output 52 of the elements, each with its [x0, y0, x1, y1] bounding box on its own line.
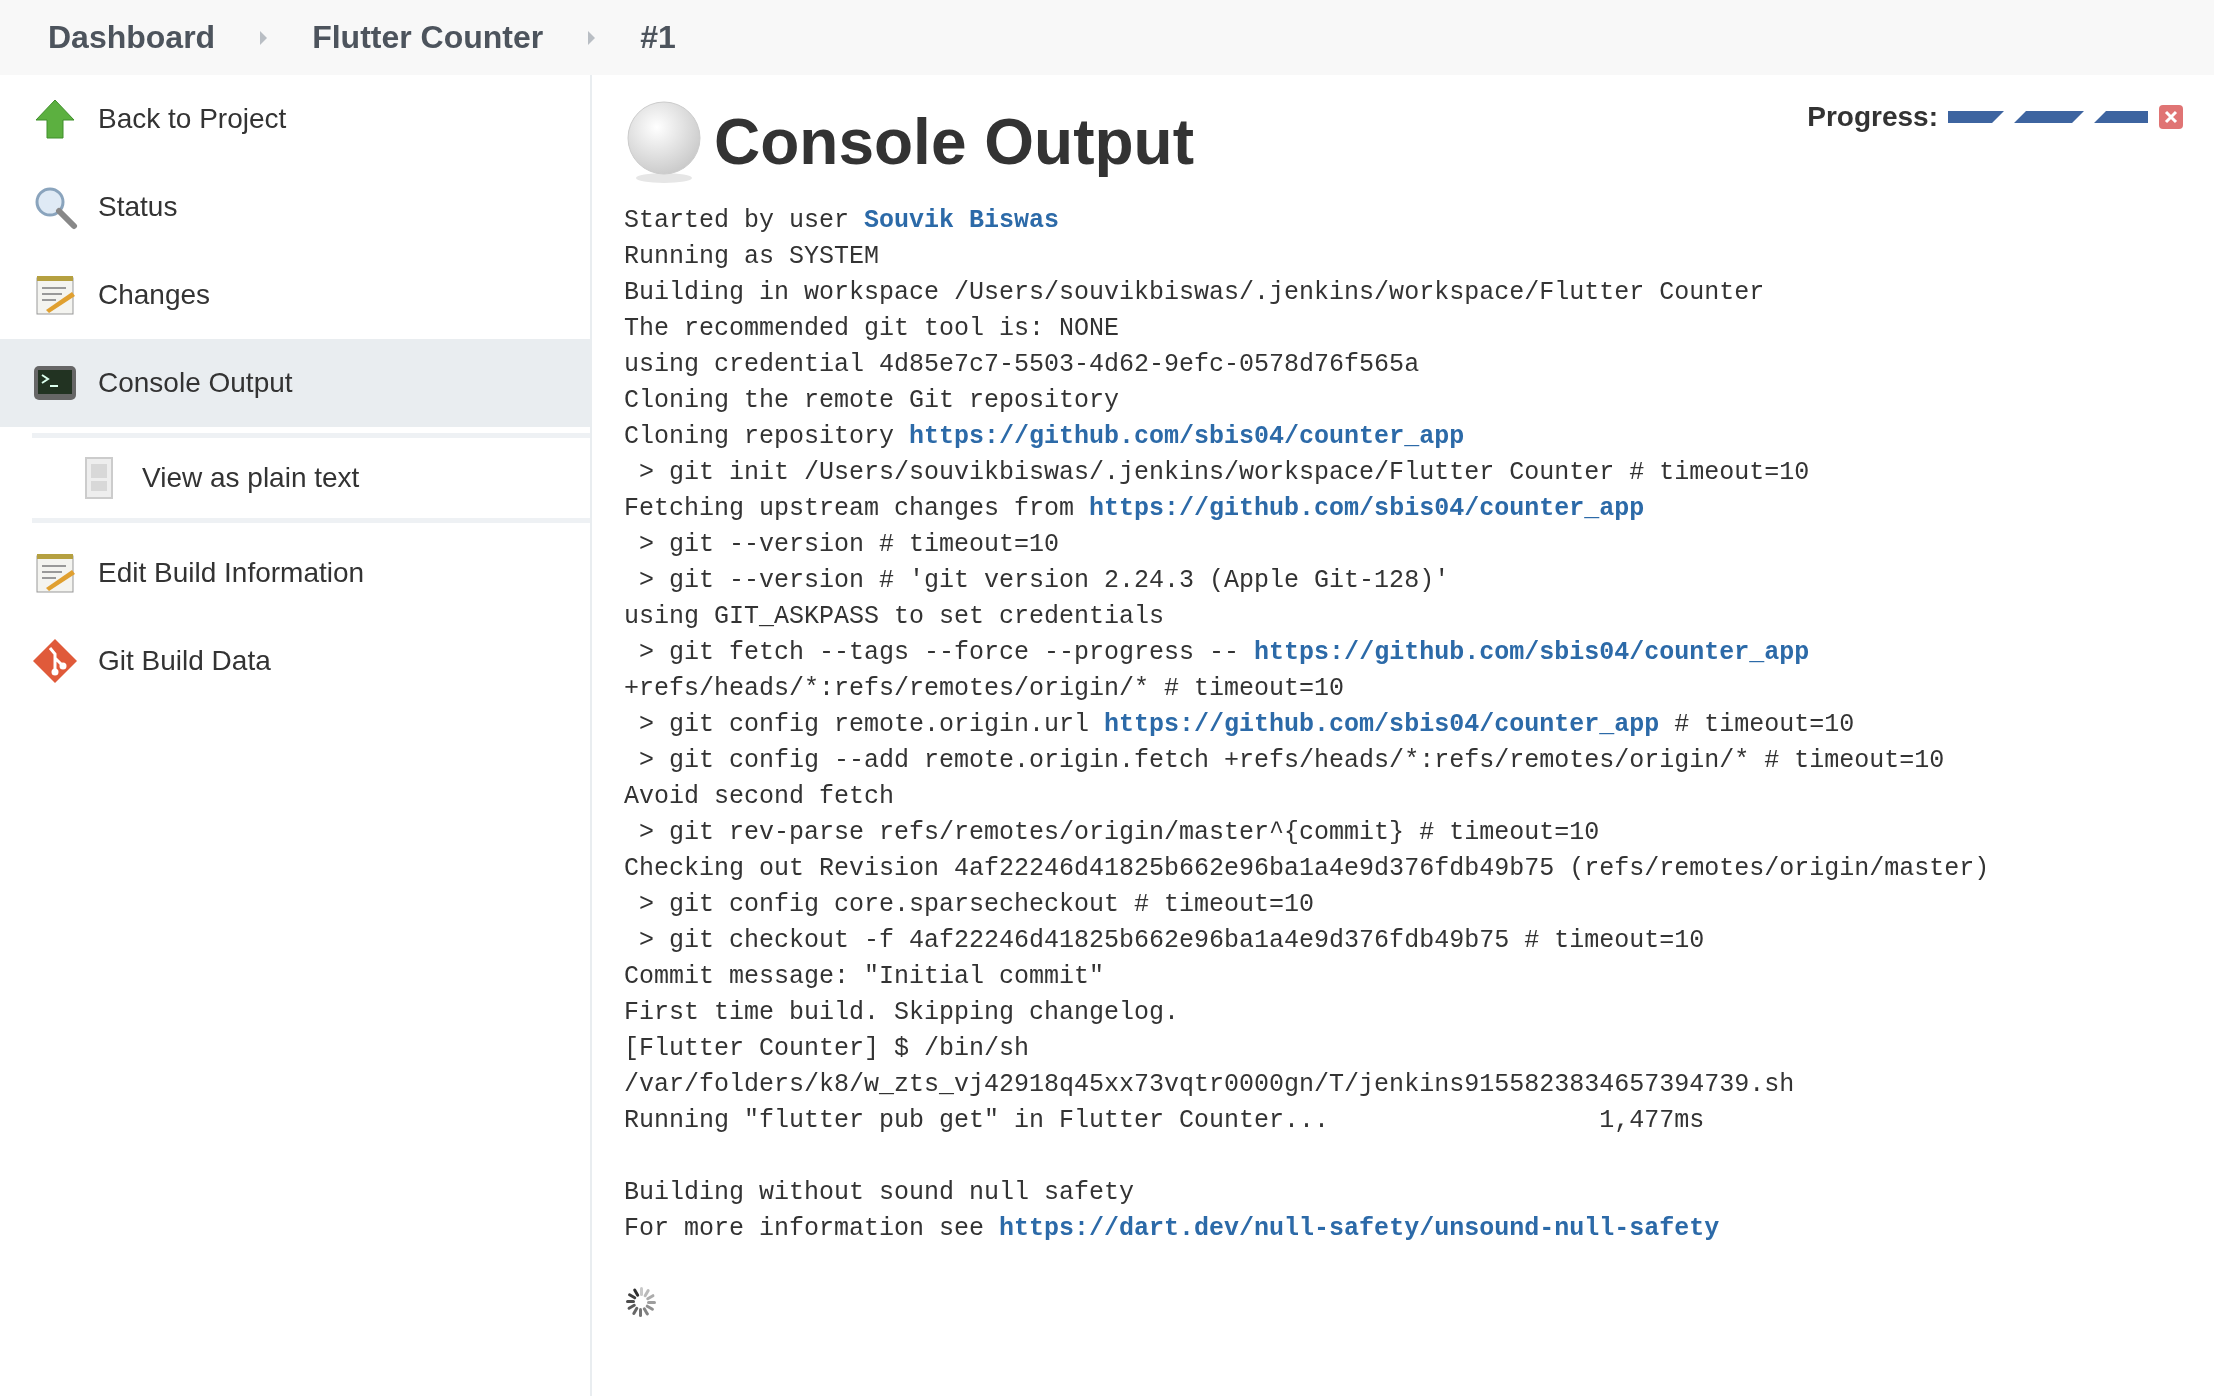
console-line: using credential 4d85e7c7-5503-4d62-9efc-0578d76f565a — [624, 349, 1421, 381]
close-icon[interactable] — [2158, 104, 2184, 130]
console-line: The recommended git tool is: NONE — [624, 313, 1121, 345]
console-line: > git init /Users/souvikbiswas/.jenkins/workspace/Flutter Counter # timeout=10 — [638, 457, 1811, 489]
console-line: First time build. Skipping changelog. — [624, 997, 1181, 1029]
console-line: [Flutter Counter] $ /bin/sh — [624, 1033, 1031, 1065]
console-line: +refs/heads/*:refs/remotes/origin/* # timeout=10 — [624, 673, 1346, 705]
breadcrumb-link[interactable]: Flutter Counter — [312, 19, 544, 56]
console-line: Avoid second fetch — [624, 781, 896, 813]
console-line: > git config --add remote.origin.fetch +refs/heads/*:refs/remotes/origin/* # timeout=10 — [638, 745, 1946, 777]
console-link[interactable]: Souvik Biswas — [864, 206, 1060, 235]
console-line: > git config core.sparsecheckout # timeout=10 — [638, 889, 1316, 921]
console-line: /var/folders/k8/w_zts_vj42918q45xx73vqtr0000gn/T/jenkins9155823834657394739.sh — [624, 1069, 1796, 1101]
console-link[interactable]: https://github.com/sbis04/counter_app — [909, 422, 1465, 451]
loading-spinner-icon — [624, 1285, 658, 1319]
console-line: Started by user Souvik Biswas — [624, 205, 1061, 237]
console-line: > git fetch --tags --force --progress -- https://github.com/sbis04/counter_app — [638, 637, 1811, 669]
chevron-icon — [587, 29, 597, 46]
console-link[interactable]: https://github.com/sbis04/counter_app — [1104, 710, 1660, 739]
breadcrumb-link[interactable]: #1 — [640, 19, 676, 56]
console-line: Commit message: "Initial commit" — [624, 961, 1106, 993]
console-link[interactable]: https://dart.dev/null-safety/unsound-null-safety — [999, 1214, 1720, 1243]
sidebar-item[interactable]: Console Output — [0, 339, 590, 427]
page-title: Console Output — [714, 105, 1194, 179]
sidebar-item[interactable]: Changes — [0, 251, 590, 339]
console-line: Running as SYSTEM — [624, 241, 881, 273]
console-line: > git rev-parse refs/remotes/origin/master^{commit} # timeout=10 — [638, 817, 1601, 849]
console-line: using GIT_ASKPASS to set credentials — [624, 601, 1166, 633]
status-ball-icon — [624, 100, 704, 184]
chevron-icon — [259, 29, 269, 46]
sidebar-item[interactable]: View as plain text — [32, 438, 590, 518]
console-line: For more information see https://dart.dev/null-safety/unsound-null-safety — [624, 1213, 1721, 1245]
console-line: > git checkout -f 4af22246d41825b662e96ba1a4e9d376fdb49b75 # timeout=10 — [638, 925, 1706, 957]
console-line: Building without sound null safety — [624, 1177, 1136, 1209]
console-link[interactable]: https://github.com/sbis04/counter_app — [1089, 494, 1645, 523]
console-link[interactable]: https://github.com/sbis04/counter_app — [1254, 638, 1810, 667]
console-line: Building in workspace /Users/souvikbiswas/.jenkins/workspace/Flutter Counter — [624, 277, 1766, 309]
console-line: > git --version # 'git version 2.24.3 (Apple Git-128)' — [638, 565, 1451, 597]
progress-label: Progress: — [1807, 101, 1938, 133]
console-line: Running "flutter pub get" in Flutter Counter... 1,477ms — [624, 1105, 1706, 1137]
console-line: Cloning repository https://github.com/sbis04/counter_app — [624, 421, 1466, 453]
sidebar-item[interactable]: Status — [0, 163, 590, 251]
sidebar-item[interactable]: Back to Project — [0, 75, 590, 163]
breadcrumb-link[interactable]: Dashboard — [48, 19, 216, 56]
sidebar-item[interactable]: Edit Build Information — [0, 529, 590, 617]
console-line: Fetching upstream changes from https://github.com/sbis04/counter_app — [624, 493, 1646, 525]
console-line: > git --version # timeout=10 — [638, 529, 1061, 561]
git-icon — [32, 638, 78, 684]
console-line: Checking out Revision 4af22246d41825b662e96ba1a4e9d376fdb49b75 (refs/remotes/origin/master) — [624, 853, 1991, 885]
console-line: Cloning the remote Git repository — [624, 385, 1121, 417]
console-line: > git config remote.origin.url https://github.com/sbis04/counter_app # timeout=10 — [638, 709, 1856, 741]
sidebar-item[interactable]: Git Build Data — [0, 617, 590, 705]
